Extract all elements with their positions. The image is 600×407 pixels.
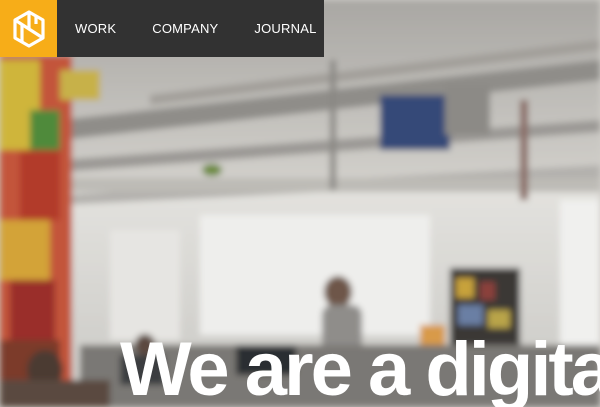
nav-link-company[interactable]: COMPANY: [152, 21, 218, 36]
nav-link-work[interactable]: WORK: [75, 21, 116, 36]
logo-link[interactable]: [0, 0, 57, 57]
brand-hexagon-icon: [12, 9, 45, 48]
page: WORK COMPANY JOURNAL We are a digital: [0, 0, 600, 407]
main-nav: WORK COMPANY JOURNAL: [57, 0, 324, 57]
hero-headline: We are a digital: [120, 327, 600, 407]
nav-link-journal[interactable]: JOURNAL: [254, 21, 316, 36]
